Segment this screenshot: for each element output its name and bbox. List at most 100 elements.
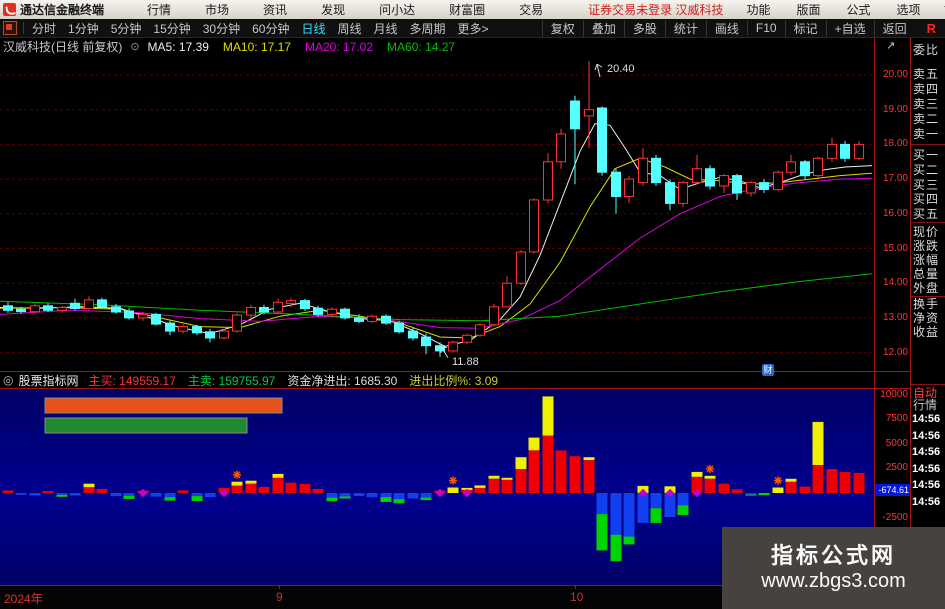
tool-button-画线[interactable]: 画线: [705, 19, 747, 37]
quote-label-买三: 买三: [913, 178, 940, 192]
tool-button-多股[interactable]: 多股: [623, 19, 665, 37]
tick-time: 14:56: [912, 446, 941, 458]
tick-time: 14:56: [912, 429, 941, 442]
expand-icon[interactable]: ↗: [886, 39, 895, 52]
indicator-values: 主买: 149559.17 主卖: 159755.97 资金净进出: 1685.30…: [89, 372, 511, 389]
quote-label-现价: 现价: [913, 225, 940, 239]
menu-item-市场[interactable]: 市场: [188, 1, 246, 18]
menu-item-问小达[interactable]: 问小达: [362, 1, 432, 18]
current-value-badge: -674.61: [875, 484, 910, 496]
ma-legend-item: MA60: 14.27: [387, 39, 456, 54]
trade-login-alert[interactable]: 证券交易未登录 汉威科技: [588, 1, 723, 18]
collapse-icon[interactable]: ⊙: [130, 40, 139, 53]
tick-time: 14:56: [912, 413, 941, 425]
svg-text:11.88: 11.88: [452, 356, 479, 368]
period-tab-分时[interactable]: 分时: [26, 20, 62, 37]
quote-label-卖四: 卖四: [913, 82, 940, 96]
watermark-title: 指标公式网: [770, 543, 896, 568]
period-tab-月线[interactable]: 月线: [368, 20, 404, 37]
quote-feed-label[interactable]: 行情: [913, 399, 937, 411]
date-label-2024年: 2024年: [4, 592, 43, 606]
quote-label-买一: 买一: [913, 148, 940, 162]
indicator-collapse-icon[interactable]: ◎: [3, 373, 13, 387]
toolbar-separator: [23, 22, 24, 34]
tool-button-叠加[interactable]: 叠加: [582, 19, 624, 37]
period-tab-更多>[interactable]: 更多>: [452, 20, 495, 37]
tick-time: 14:56: [912, 462, 941, 475]
date-tick: [279, 586, 280, 589]
indicator-value: 主买: 149559.17: [88, 373, 176, 388]
quote-label-卖二: 卖二: [913, 112, 940, 126]
quote-label-买五: 买五: [913, 207, 940, 221]
period-tab-周线[interactable]: 周线: [331, 20, 367, 37]
menu-item-功能[interactable]: 功能: [733, 1, 783, 18]
tool-button-返回[interactable]: 返回: [873, 19, 915, 37]
menu-item-交易[interactable]: 交易: [502, 1, 560, 18]
ma-legend-item: MA10: 17.17: [222, 39, 291, 54]
indicator-tick-label: 7500: [885, 413, 908, 425]
tick-time: 14:56: [912, 479, 941, 491]
tick-time: 14:56: [912, 495, 941, 508]
menu-item-发现[interactable]: 发现: [304, 1, 362, 18]
quote-divider: [911, 296, 945, 297]
date-label-9: 9: [276, 590, 283, 604]
quote-label-买四: 买四: [913, 192, 940, 206]
period-tab-15分钟[interactable]: 15分钟: [147, 20, 196, 37]
quote-label-收益: 收益: [913, 325, 940, 339]
period-tab-多周期[interactable]: 多周期: [404, 20, 452, 37]
indicator-tick-label: 5000: [885, 437, 908, 449]
period-tabs: 分时 1分钟 5分钟 15分钟 30分钟 60分钟 日线 周线 月线 多周期 更多>: [26, 20, 495, 37]
period-tab-1分钟[interactable]: 1分钟: [62, 20, 105, 37]
tool-button-F10[interactable]: F10: [746, 21, 785, 35]
price-tick-label: 19.00: [882, 103, 908, 115]
tool-button-+自选[interactable]: +自选: [825, 19, 874, 37]
quote-divider: [911, 144, 945, 145]
r-badge[interactable]: R: [927, 21, 936, 36]
period-tab-5分钟[interactable]: 5分钟: [105, 20, 148, 37]
tool-button-复权[interactable]: 复权: [541, 19, 583, 37]
menu-item-公式[interactable]: 公式: [834, 1, 884, 18]
quote-label-外盘: 外盘: [913, 281, 940, 295]
quote-label-委比: 委比: [913, 43, 940, 57]
tool-button-统计[interactable]: 统计: [664, 19, 706, 37]
indicator-tick-label: 10000: [880, 388, 908, 400]
app-logo-icon: [3, 3, 16, 16]
frame-line: [0, 388, 911, 389]
menu-item-选项[interactable]: 选项: [884, 1, 934, 18]
tool-button-标记[interactable]: 标记: [784, 19, 826, 37]
chart-header: 汉威科技(日线 前复权) ⊙ MA5: 17.39 MA10: 17.17 MA20…: [0, 38, 874, 55]
quote-label-涨跌: 涨跌: [913, 239, 940, 253]
main-menu: 行情 市场 资讯 发现 问小达 财富圈 交易: [130, 1, 560, 18]
quote-panel: 自动 行情 委比 卖五 卖四 卖三 卖二 卖一 买一 买二 买三 买四 买五 现价 涨跌 涨幅 总量 外盘 换手…: [911, 38, 945, 585]
ma-legend: MA5: 17.39 MA10: 17.17 MA20: 17.02 MA60: 14…: [148, 40, 470, 54]
ma-legend-item: MA20: 17.02: [304, 39, 374, 54]
price-tick-label: 13.00: [882, 311, 908, 323]
frame-line: [0, 371, 911, 372]
price-tick-label: 16.00: [882, 207, 908, 219]
indicator-tick-label: -2500: [882, 511, 908, 523]
quote-label-卖五: 卖五: [913, 67, 940, 81]
announcement-marker-icon[interactable]: 财: [762, 364, 774, 376]
quote-label-净资: 净资: [913, 311, 940, 325]
layout-grid-icon[interactable]: [3, 21, 17, 35]
quote-divider: [911, 384, 945, 385]
svg-text:20.40: 20.40: [607, 63, 635, 75]
period-tab-30分钟[interactable]: 30分钟: [197, 20, 246, 37]
watermark-url: www.zbgs3.com: [761, 570, 906, 592]
menu-item-财富圈[interactable]: 财富圈: [432, 1, 502, 18]
quote-label-涨幅: 涨幅: [913, 253, 940, 267]
period-tab-60分钟[interactable]: 60分钟: [246, 20, 295, 37]
menu-item-行情[interactable]: 行情: [130, 1, 188, 18]
candlestick-chart[interactable]: 20.40 11.88: [0, 55, 874, 372]
watermark: 指标公式网 www.zbgs3.com: [722, 527, 945, 609]
price-tick-label: 14.00: [882, 277, 908, 289]
quote-label-换手: 换手: [913, 297, 940, 311]
menu-item-版面[interactable]: 版面: [783, 1, 833, 18]
menu-item-资讯[interactable]: 资讯: [246, 1, 304, 18]
tdx-terminal-window: 通达信金融终端 行情 市场 资讯 发现 问小达 财富圈 交易 证券交易未登录 汉威科技 功能…: [0, 0, 945, 609]
price-tick-label: 18.00: [882, 138, 908, 150]
menubar: 通达信金融终端 行情 市场 资讯 发现 问小达 财富圈 交易 证券交易未登录 汉威科技 功能…: [0, 0, 945, 20]
period-tab-日线[interactable]: 日线: [295, 20, 331, 37]
app-title: 通达信金融终端: [20, 3, 105, 17]
price-tick-label: 17.00: [882, 173, 908, 185]
